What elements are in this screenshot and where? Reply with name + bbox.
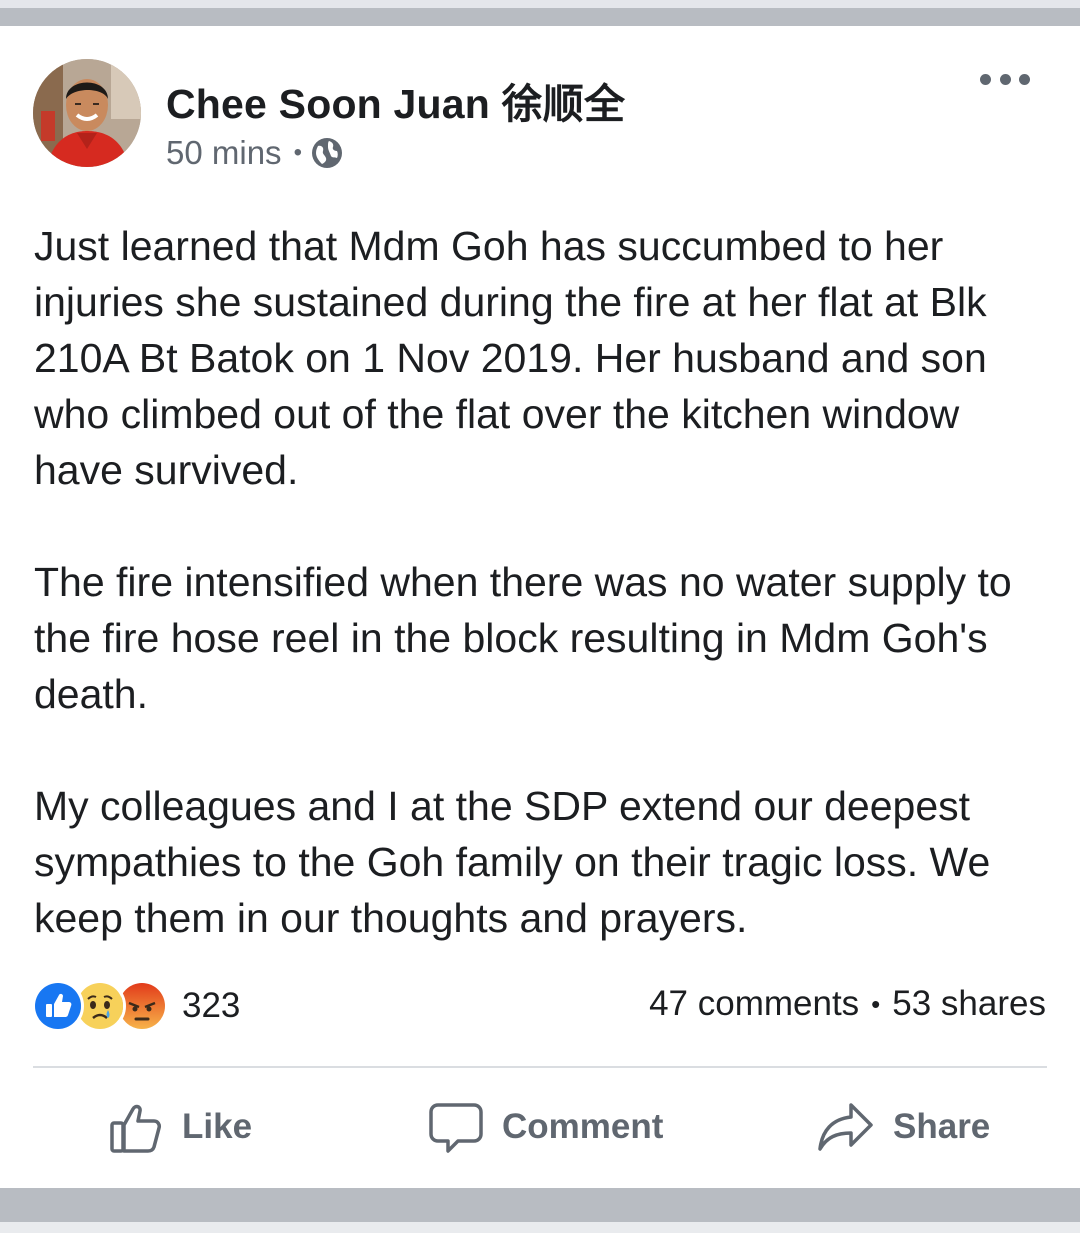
reaction-count: 323 (182, 986, 241, 1025)
post-paragraph: Just learned that Mdm Goh has succumbed … (34, 223, 987, 493)
feed-separator-top (0, 8, 1080, 26)
stats-separator: • (871, 988, 881, 1019)
post-card: Chee Soon Juan 徐顺全 50 mins • Just learne… (0, 26, 1080, 1188)
share-arrow-icon (818, 1103, 873, 1151)
author-name[interactable]: Chee Soon Juan 徐顺全 (166, 70, 625, 130)
thumbs-up-icon (110, 1104, 161, 1153)
comment-label: Comment (502, 1107, 664, 1146)
more-options-icon[interactable] (980, 64, 1030, 94)
bottom-edge (0, 1222, 1080, 1233)
comment-icon (429, 1103, 483, 1153)
shares-count[interactable]: 53 shares (892, 984, 1046, 1024)
globe-icon (310, 136, 344, 170)
top-edge (0, 0, 1080, 8)
reactions-summary[interactable]: 323 (32, 980, 241, 1032)
action-divider (33, 1066, 1047, 1068)
meta-separator: • (293, 139, 302, 166)
like-reaction-icon (32, 980, 84, 1032)
engagement-stats: 47 comments • 53 shares (649, 984, 1046, 1024)
post-meta: 50 mins • (166, 134, 344, 172)
timestamp[interactable]: 50 mins (166, 134, 282, 172)
share-label: Share (893, 1107, 991, 1146)
like-label: Like (182, 1107, 253, 1146)
like-button[interactable]: Like (108, 1094, 252, 1160)
avatar[interactable] (33, 59, 141, 167)
share-button[interactable]: Share (817, 1094, 990, 1160)
comments-count[interactable]: 47 comments (649, 984, 859, 1024)
comment-button[interactable]: Comment (428, 1094, 663, 1160)
post-paragraph: My colleagues and I at the SDP extend ou… (34, 783, 991, 941)
post-body: Just learned that Mdm Goh has succumbed … (34, 218, 1054, 946)
feed-separator-bottom (0, 1188, 1080, 1222)
post-paragraph: The fire intensified when there was no w… (34, 559, 1012, 717)
